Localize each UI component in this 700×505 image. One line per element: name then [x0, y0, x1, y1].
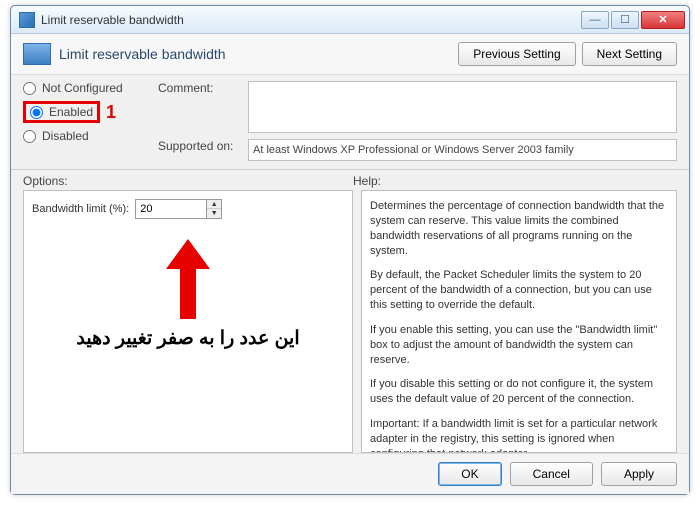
radio-disabled-input[interactable] — [23, 130, 36, 143]
help-p4: If you disable this setting or do not co… — [370, 377, 668, 407]
app-icon — [19, 12, 35, 28]
window-title: Limit reservable bandwidth — [41, 13, 581, 27]
radio-not-configured-label: Not Configured — [42, 81, 123, 95]
cancel-button[interactable]: Cancel — [510, 462, 593, 486]
radio-enabled-input[interactable] — [30, 106, 43, 119]
apply-button[interactable]: Apply — [601, 462, 677, 486]
footer: OK Cancel Apply — [11, 453, 689, 494]
radio-disabled[interactable]: Disabled — [23, 129, 158, 143]
titlebar: Limit reservable bandwidth — ☐ ✕ — [11, 6, 689, 34]
radio-not-configured[interactable]: Not Configured — [23, 81, 158, 95]
spinner-down-button[interactable]: ▼ — [207, 209, 221, 218]
bandwidth-limit-input[interactable] — [136, 200, 206, 218]
bandwidth-limit-label: Bandwidth limit (%): — [32, 203, 129, 215]
supported-label: Supported on: — [158, 139, 240, 153]
radio-enabled-label: Enabled — [49, 105, 93, 119]
panel-labels: Options: Help: — [11, 170, 689, 190]
radio-not-configured-input[interactable] — [23, 82, 36, 95]
window-controls: — ☐ ✕ — [581, 11, 685, 29]
maximize-button[interactable]: ☐ — [611, 11, 639, 29]
help-panel: Determines the percentage of connection … — [361, 190, 677, 453]
panels: Bandwidth limit (%): ▲ ▼ این عدد را به ص… — [11, 190, 689, 453]
close-button[interactable]: ✕ — [641, 11, 685, 29]
annotation-arrow-icon — [170, 239, 206, 319]
help-p2: By default, the Packet Scheduler limits … — [370, 268, 668, 313]
minimize-button[interactable]: — — [581, 11, 609, 29]
help-p5: Important: If a bandwidth limit is set f… — [370, 417, 668, 453]
annotation-text: این عدد را به صفر تغییر دهید — [32, 327, 344, 350]
spinner-up-button[interactable]: ▲ — [207, 200, 221, 209]
radio-disabled-label: Disabled — [42, 129, 89, 143]
state-radios: Not Configured Enabled 1 Disabled — [23, 81, 158, 161]
fields: Comment: Supported on: At least Windows … — [158, 81, 677, 161]
header: Limit reservable bandwidth Previous Sett… — [11, 34, 689, 75]
options-label: Options: — [23, 174, 353, 188]
annotation-marker: 1 — [106, 102, 116, 123]
next-setting-button[interactable]: Next Setting — [582, 42, 677, 66]
help-p1: Determines the percentage of connection … — [370, 199, 668, 258]
ok-button[interactable]: OK — [438, 462, 501, 486]
bandwidth-limit-row: Bandwidth limit (%): ▲ ▼ — [32, 199, 344, 219]
dialog-window: Limit reservable bandwidth — ☐ ✕ Limit r… — [10, 5, 690, 495]
bandwidth-limit-spinner[interactable]: ▲ ▼ — [135, 199, 222, 219]
help-label: Help: — [353, 174, 381, 188]
previous-setting-button[interactable]: Previous Setting — [458, 42, 575, 66]
supported-value: At least Windows XP Professional or Wind… — [248, 139, 677, 161]
comment-input[interactable] — [248, 81, 677, 133]
heading: Limit reservable bandwidth — [59, 46, 452, 62]
options-panel: Bandwidth limit (%): ▲ ▼ این عدد را به ص… — [23, 190, 353, 453]
radio-enabled[interactable]: Enabled — [23, 101, 100, 123]
comment-label: Comment: — [158, 81, 240, 95]
config-row: Not Configured Enabled 1 Disabled Commen… — [11, 75, 689, 163]
policy-icon — [23, 43, 51, 65]
help-p3: If you enable this setting, you can use … — [370, 323, 668, 368]
